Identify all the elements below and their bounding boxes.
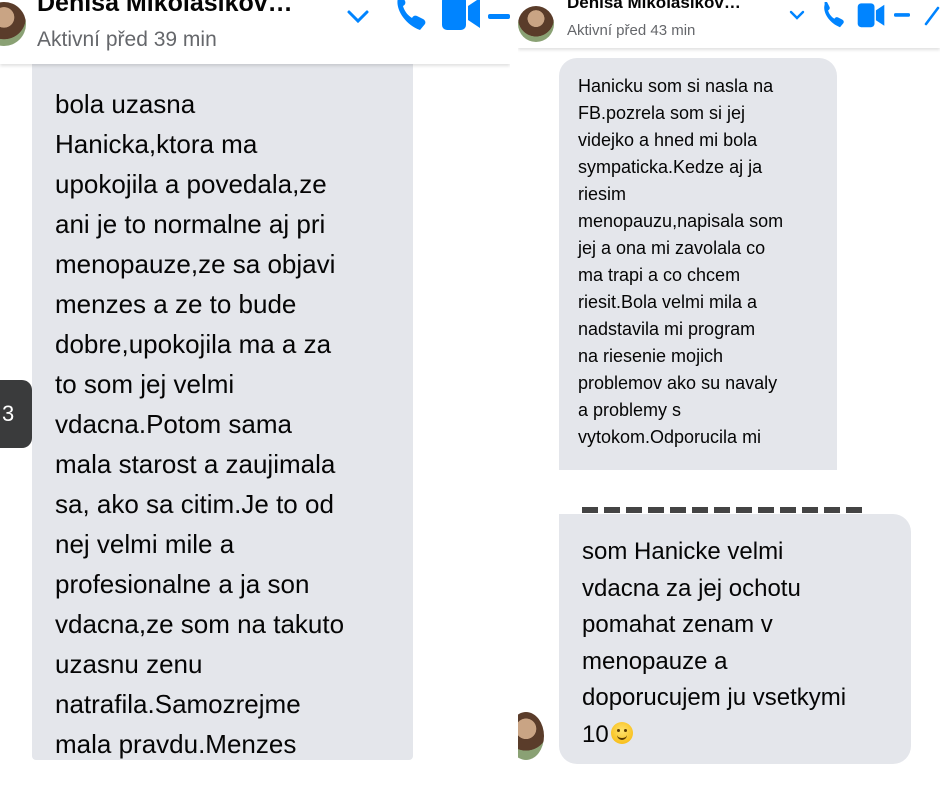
message-line: menopauze,ze sa objavi xyxy=(55,249,336,279)
message-line: bola uzasna xyxy=(55,89,196,119)
message-line: nadstavila mi program xyxy=(578,319,756,339)
video-camera-icon[interactable] xyxy=(856,2,886,30)
panel-divider xyxy=(510,0,518,788)
message-line: dobre,upokojila ma a za xyxy=(55,329,332,359)
message-text: som Hanicke velmi vdacna za jej ochotu pom… xyxy=(582,534,846,753)
contact-name[interactable]: Denisa Mikolasikov… xyxy=(567,0,741,13)
phone-icon[interactable] xyxy=(820,2,846,30)
message-line: jej a ona mi zavolala co xyxy=(578,238,766,258)
message-line: natrafila.Samozrejme xyxy=(55,689,301,719)
contact-name[interactable]: Denisa Mikolasikov… xyxy=(37,0,293,18)
message-line: vdacna.Potom sama xyxy=(55,409,293,439)
message-line: sympaticka.Kedze aj ja xyxy=(578,157,763,177)
message-line: sa, ako sa citim.Je to od xyxy=(55,489,334,519)
message-line: mala pravdu.Menzes xyxy=(55,729,297,759)
phone-icon[interactable] xyxy=(392,0,428,34)
message-line: menopauzu,napisala som xyxy=(578,211,784,231)
message-line: FB.pozrela som si jej xyxy=(578,103,746,123)
message-line: pomahat zenam v xyxy=(582,611,773,638)
message-bubble: bola uzasna Hanicka,ktora ma upokojila a p… xyxy=(32,40,413,760)
message-line: riesim xyxy=(578,184,626,204)
avatar[interactable] xyxy=(0,2,26,46)
chevron-down-icon[interactable] xyxy=(788,9,806,23)
message-line: Hanicku som si nasla na xyxy=(578,76,774,96)
message-line: a problemy s xyxy=(578,400,682,420)
message-line: to som jej velmi xyxy=(55,369,235,399)
message-text: Hanicku som si nasla na FB.pozrela som si… xyxy=(578,73,783,451)
message-line: vdacna za jej ochotu xyxy=(582,574,801,602)
message-line: menopauze a xyxy=(582,647,728,675)
message-line: nej velmi mile a xyxy=(55,529,235,559)
chat-header: Denisa Mikolasikov… Aktivní před 39 min xyxy=(0,0,510,64)
message-bubble: som Hanicke velmi vdacna za jej ochotu pom… xyxy=(559,507,911,764)
close-icon[interactable] xyxy=(924,6,940,26)
side-tab[interactable]: 3 xyxy=(0,380,32,448)
sender-avatar[interactable] xyxy=(518,712,544,760)
minimize-icon[interactable] xyxy=(488,14,510,22)
message-line: na riesenie mojich xyxy=(578,346,724,366)
active-status: Aktivní před 39 min xyxy=(37,28,217,51)
message-line: ani je to normalne aj pri xyxy=(55,209,326,239)
chevron-down-icon[interactable] xyxy=(345,8,371,26)
slightly-smiling-face-emoji xyxy=(611,722,633,744)
message-line: uzasnu zenu xyxy=(55,649,203,679)
active-status: Aktivní před 43 min xyxy=(567,22,696,39)
video-camera-icon[interactable] xyxy=(440,0,482,34)
message-line: videjko a hned mi bola xyxy=(578,130,758,150)
message-line: vytokom.Odporucila mi xyxy=(578,427,762,447)
left-chat-screenshot: Denisa Mikolasikov… Aktivní před 39 min … xyxy=(0,0,510,788)
message-bubble: Hanicku som si nasla na FB.pozrela som si… xyxy=(559,58,837,470)
message-line: som Hanicke velmi xyxy=(582,538,784,565)
message-line: problemov ako su navaly xyxy=(578,373,778,393)
message-text: bola uzasna Hanicka,ktora ma upokojila a p… xyxy=(55,84,344,764)
message-line: profesionalne a ja son xyxy=(55,569,310,599)
message-line: vdacna,ze som na takuto xyxy=(55,609,345,639)
cropped-line-fragment xyxy=(582,504,862,518)
avatar[interactable] xyxy=(518,6,554,42)
message-line: doporucujem ju vsetkymi xyxy=(582,684,847,711)
message-line: menzes a ze to bude xyxy=(55,289,297,319)
message-line: upokojila a povedala,ze xyxy=(55,169,327,199)
message-line: ma trapi a co chcem xyxy=(578,265,741,285)
message-line: riesit.Bola velmi mila a xyxy=(578,292,758,312)
message-line: mala starost a zaujimala xyxy=(55,449,336,479)
message-line: Hanicka,ktora ma xyxy=(55,129,258,159)
minimize-icon[interactable] xyxy=(894,13,910,19)
chat-header: Denisa Mikolasikov… Aktivní před 43 min xyxy=(518,0,940,48)
right-chat-screenshot: Denisa Mikolasikov… Aktivní před 43 min … xyxy=(518,0,940,788)
